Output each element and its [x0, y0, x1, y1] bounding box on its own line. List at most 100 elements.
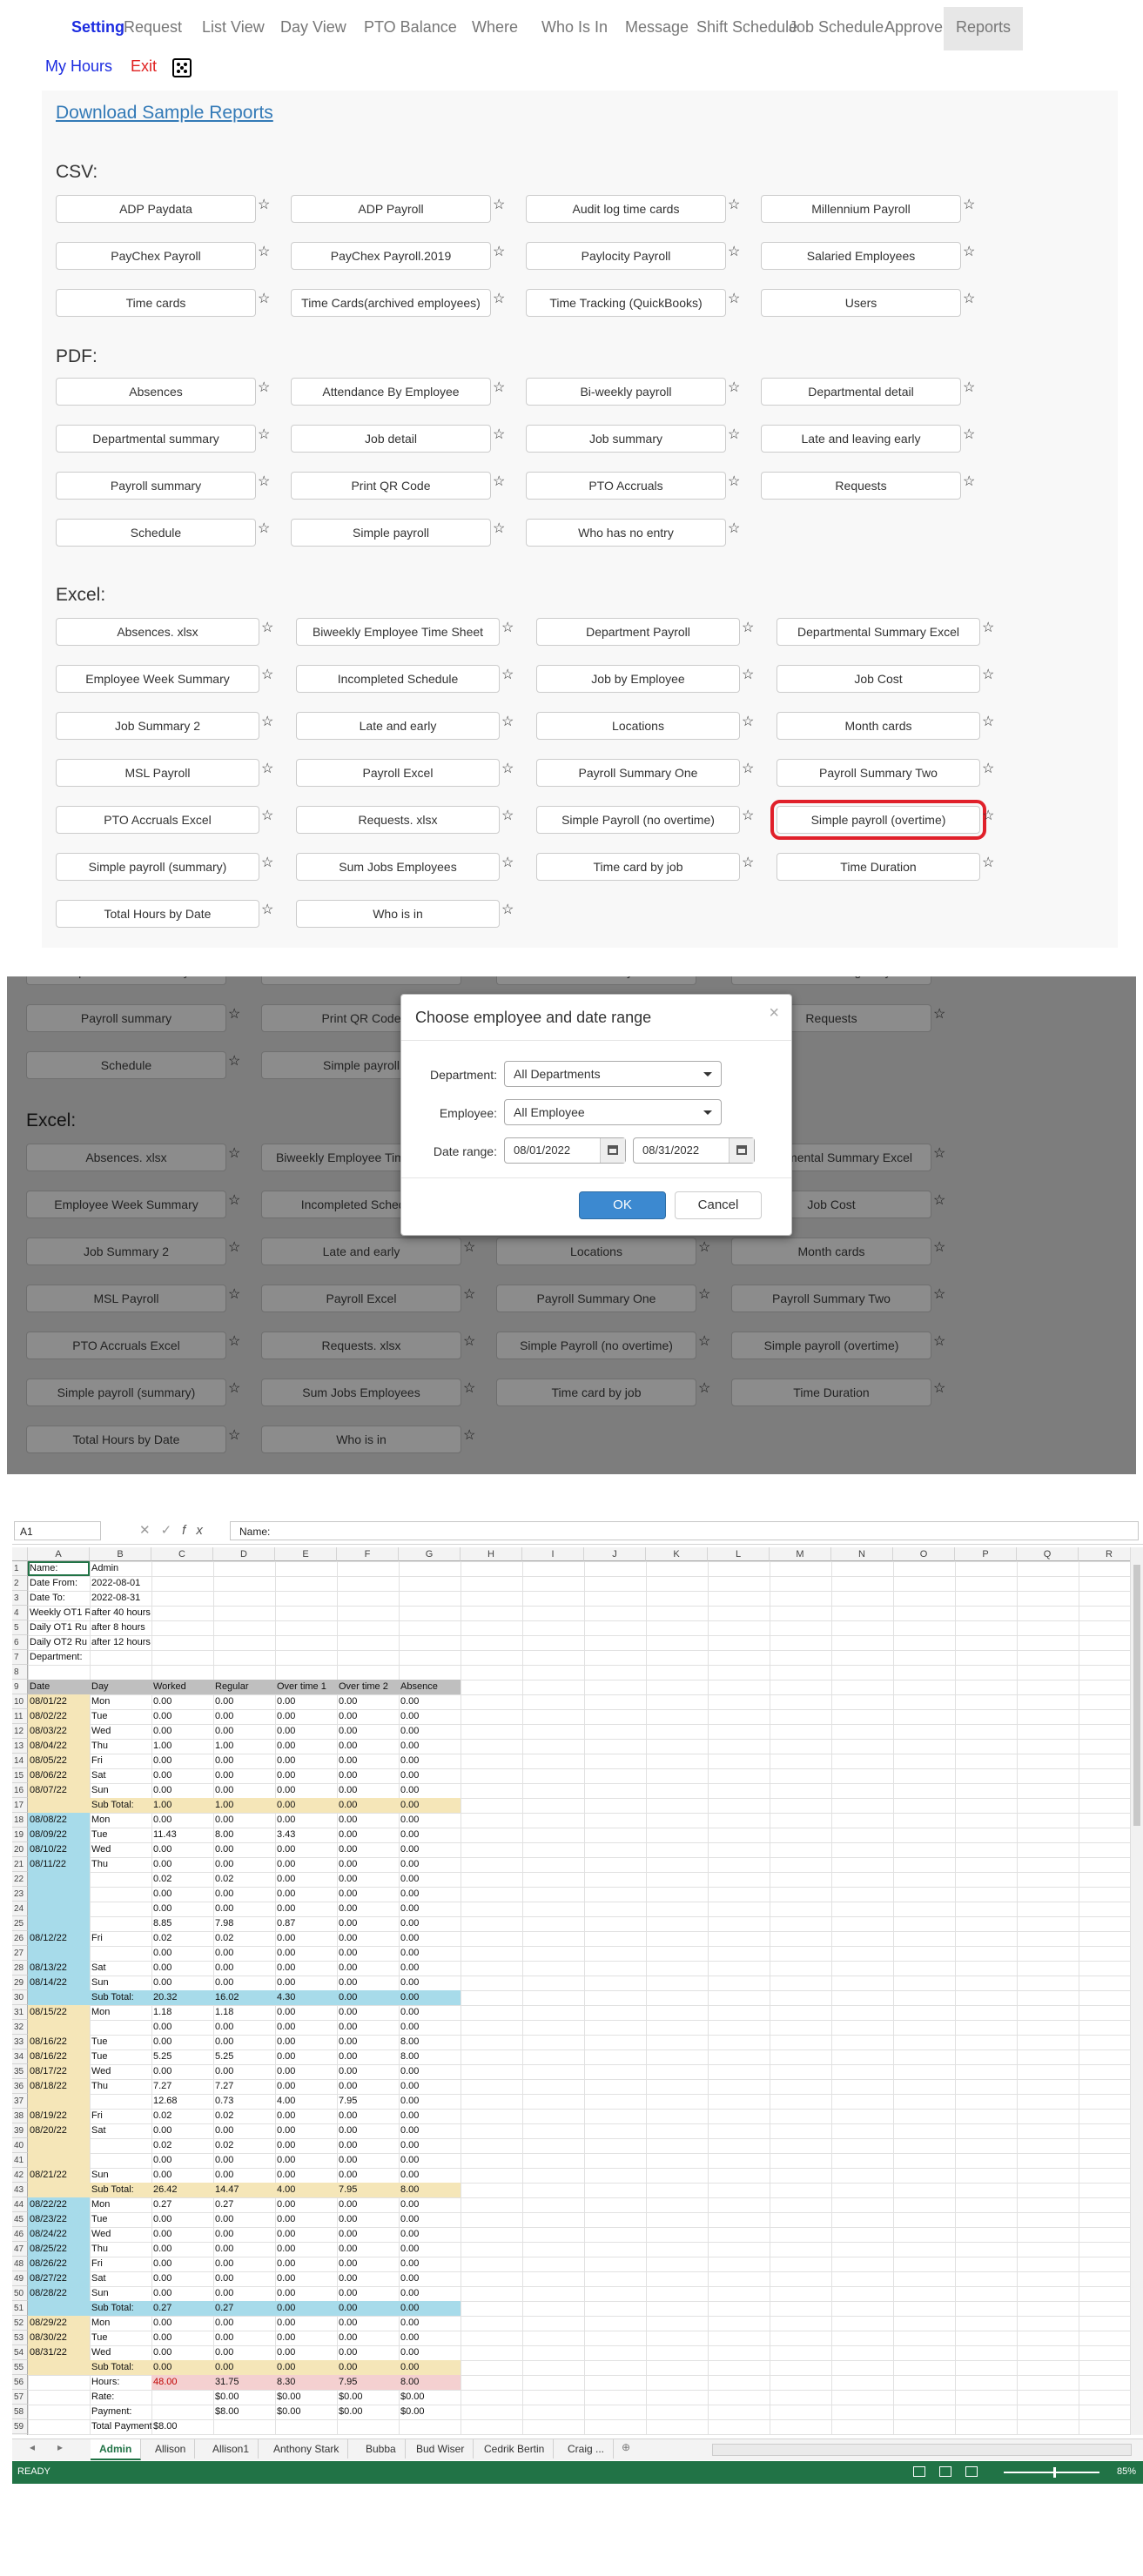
pdf-report-requests[interactable]: Requests: [761, 472, 961, 500]
sheet-cell[interactable]: 0.00: [275, 1946, 337, 1961]
sheet-cell[interactable]: 0.00: [337, 2049, 399, 2064]
sheet-cell[interactable]: 0.00: [399, 1931, 461, 1946]
sheet-cell[interactable]: 8.00: [399, 2049, 461, 2064]
row-header[interactable]: 25: [12, 1916, 28, 1931]
sheet-cell[interactable]: 08/30/22: [28, 2331, 90, 2345]
sheet-cell[interactable]: 7.95: [337, 2375, 399, 2390]
row-header[interactable]: 57: [12, 2390, 28, 2405]
sheet-cell[interactable]: 0.00: [275, 1724, 337, 1739]
sheet-cell[interactable]: 0.00: [337, 2301, 399, 2316]
sheet-cell[interactable]: 0.00: [337, 1872, 399, 1887]
sheet-cell[interactable]: 08/02/22: [28, 1709, 90, 1724]
csv-report-users[interactable]: Users: [761, 289, 961, 317]
sheet-cell[interactable]: [90, 2094, 151, 2109]
sheet-cell[interactable]: 0.00: [337, 2286, 399, 2301]
row-header[interactable]: 18: [12, 1813, 28, 1828]
sheet-cell[interactable]: [213, 1576, 275, 1591]
sheet-cell[interactable]: 1.00: [213, 1739, 275, 1754]
sheet-cell[interactable]: 0.02: [151, 2138, 213, 2153]
sheet-cell[interactable]: [337, 1635, 399, 1650]
sheet-cell[interactable]: 11.43: [151, 1828, 213, 1842]
add-sheet-icon[interactable]: ⊕: [622, 2441, 630, 2453]
sheet-cell[interactable]: 0.00: [151, 1709, 213, 1724]
excel-report-pto-accruals-excel[interactable]: PTO Accruals Excel: [56, 806, 259, 834]
row-header[interactable]: 21: [12, 1857, 28, 1872]
sheet-cell[interactable]: [213, 1591, 275, 1606]
row-header[interactable]: 48: [12, 2257, 28, 2271]
sheet-cell[interactable]: Sub Total:: [90, 2360, 151, 2375]
column-header[interactable]: L: [708, 1547, 770, 1561]
sheet-cell[interactable]: 8.85: [151, 1916, 213, 1931]
favorite-star-icon[interactable]: ☆: [463, 1429, 475, 1443]
sheet-cell[interactable]: $0.00: [337, 2405, 399, 2419]
dimmed-excel-report-employee-week-summary[interactable]: Employee Week Summary: [26, 1191, 226, 1218]
sheet-cell[interactable]: [275, 1606, 337, 1620]
sheet-cell[interactable]: 4.30: [275, 1990, 337, 2005]
favorite-star-icon[interactable]: ☆: [261, 621, 273, 635]
row-header[interactable]: 7: [12, 1650, 28, 1665]
pdf-report-job-detail[interactable]: Job detail: [291, 425, 491, 453]
sheet-cell[interactable]: 0.00: [399, 1842, 461, 1857]
sheet-cell[interactable]: 0.00: [337, 1828, 399, 1842]
sheet-cell[interactable]: Thu: [90, 1857, 151, 1872]
sheet-cell[interactable]: 0.00: [399, 2153, 461, 2168]
cancel-button[interactable]: Cancel: [675, 1191, 762, 1219]
sheet-cell[interactable]: Wed: [90, 2345, 151, 2360]
excel-report-time-duration[interactable]: Time Duration: [777, 853, 980, 881]
row-header[interactable]: 55: [12, 2360, 28, 2375]
column-header[interactable]: H: [461, 1547, 522, 1561]
date-to-input[interactable]: 08/31/2022: [633, 1137, 755, 1164]
sheet-cell[interactable]: 0.00: [399, 2286, 461, 2301]
sheet-cell[interactable]: 5.25: [213, 2049, 275, 2064]
sheet-cell[interactable]: 08/16/22: [28, 2035, 90, 2049]
sheet-cell[interactable]: 0.00: [399, 1798, 461, 1813]
sheet-cell[interactable]: 0.00: [337, 1709, 399, 1724]
row-header[interactable]: 43: [12, 2183, 28, 2197]
favorite-star-icon[interactable]: ☆: [933, 1008, 945, 1022]
row-header[interactable]: 3: [12, 1591, 28, 1606]
sheet-cell[interactable]: 0.00: [399, 1694, 461, 1709]
sheet-tab-anthony-stark[interactable]: Anthony Stark: [265, 2439, 349, 2459]
sheet-cell[interactable]: 0.00: [151, 1961, 213, 1976]
sheet-cell[interactable]: $0.00: [399, 2405, 461, 2419]
sheet-cell[interactable]: [90, 2020, 151, 2035]
row-header[interactable]: 59: [12, 2419, 28, 2434]
sheet-cell[interactable]: 08/26/22: [28, 2257, 90, 2271]
dimmed-pdf-report-job-detail[interactable]: Job detail: [261, 976, 461, 985]
sheet-cell[interactable]: 0.00: [275, 1739, 337, 1754]
sheet-cell[interactable]: 0.00: [337, 2153, 399, 2168]
sheet-cell[interactable]: Sun: [90, 1783, 151, 1798]
sheet-cell[interactable]: [28, 2405, 90, 2419]
sheet-cell[interactable]: 0.00: [337, 2005, 399, 2020]
sheet-cell[interactable]: Thu: [90, 2242, 151, 2257]
favorite-star-icon[interactable]: ☆: [982, 621, 994, 635]
favorite-star-icon[interactable]: ☆: [963, 245, 975, 259]
sheet-cell[interactable]: 0.00: [399, 2079, 461, 2094]
csv-report-time-tracking-quickbooks[interactable]: Time Tracking (QuickBooks): [526, 289, 726, 317]
sheet-cell[interactable]: after 12 hours: [90, 1635, 151, 1650]
sheet-cell[interactable]: Tue: [90, 1709, 151, 1724]
dimmed-excel-report-month-cards[interactable]: Month cards: [731, 1238, 931, 1265]
favorite-star-icon[interactable]: ☆: [982, 809, 994, 823]
nav-day-view[interactable]: Day View: [280, 7, 346, 50]
excel-report-biweekly-employee-time-sheet[interactable]: Biweekly Employee Time Sheet: [296, 618, 500, 646]
favorite-star-icon[interactable]: ☆: [742, 621, 754, 635]
sheet-cell[interactable]: 0.00: [275, 2257, 337, 2271]
favorite-star-icon[interactable]: ☆: [501, 715, 514, 729]
sheet-cell[interactable]: 0.00: [213, 1709, 275, 1724]
row-header[interactable]: 19: [12, 1828, 28, 1842]
name-box[interactable]: A1: [14, 1521, 101, 1540]
excel-report-department-payroll[interactable]: Department Payroll: [536, 618, 740, 646]
sheet-cell[interactable]: 0.00: [275, 2360, 337, 2375]
sheet-cell[interactable]: 0.00: [337, 2168, 399, 2183]
sheet-cell[interactable]: [399, 1620, 461, 1635]
dimmed-excel-report-total-hours-by-date[interactable]: Total Hours by Date: [26, 1426, 226, 1453]
sheet-cell[interactable]: 0.00: [275, 2301, 337, 2316]
sheet-cell[interactable]: 0.00: [399, 1961, 461, 1976]
excel-report-absences-xlsx[interactable]: Absences. xlsx: [56, 618, 259, 646]
sheet-cell[interactable]: [337, 1665, 399, 1680]
favorite-star-icon[interactable]: ☆: [698, 1288, 710, 1302]
sheet-cell[interactable]: Fri: [90, 2109, 151, 2123]
favorite-star-icon[interactable]: ☆: [501, 621, 514, 635]
dimmed-pdf-report-late-and-leaving-early[interactable]: Late and leaving early: [731, 976, 931, 985]
